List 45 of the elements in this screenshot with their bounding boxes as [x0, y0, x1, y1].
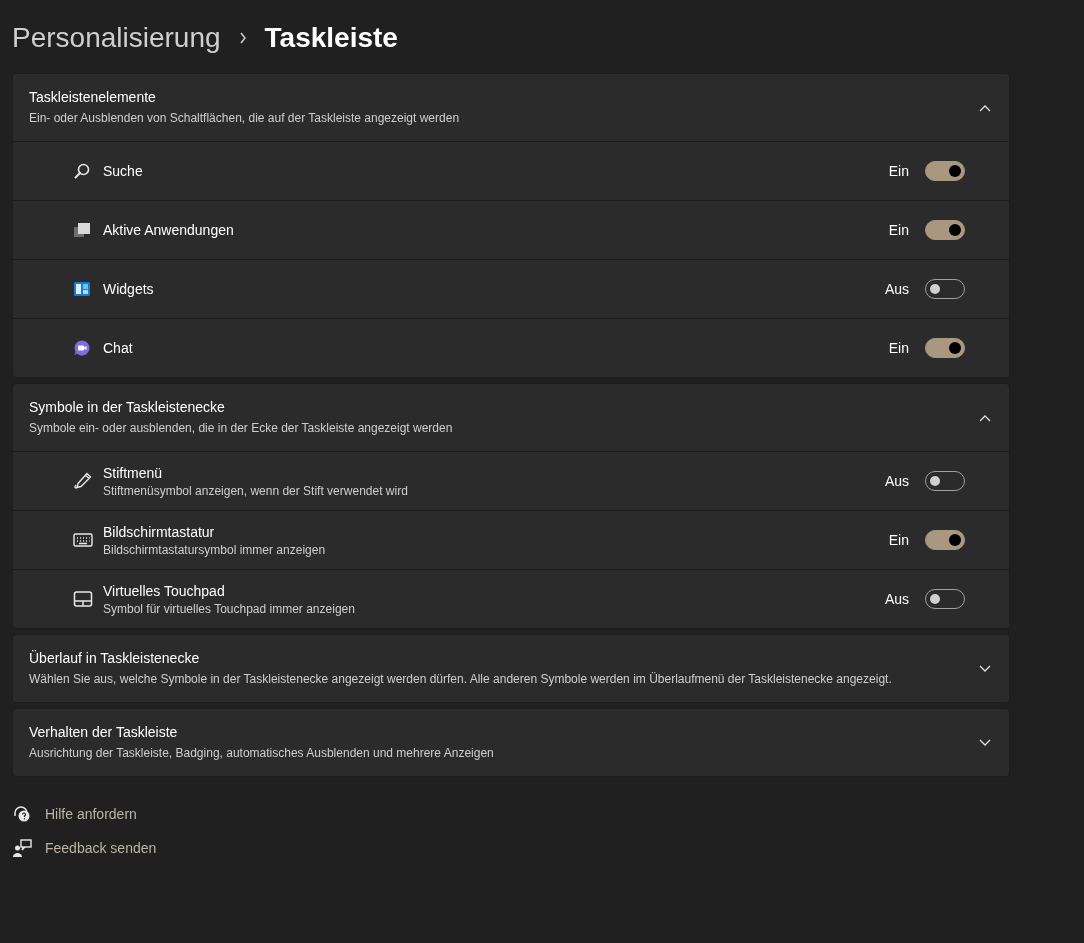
setting-description: Stiftmenüsymbol anzeigen, wenn der Stift verwendet wird [103, 483, 409, 498]
expand-chevron-icon[interactable] [979, 738, 991, 747]
help-link[interactable]: Hilfe anfordern [45, 806, 137, 822]
setting-description: Bildschirmtastatursymbol immer anzeigen [103, 542, 327, 557]
toggle-state-label: Ein [888, 340, 909, 356]
setting-label: Chat [103, 340, 134, 356]
section-header[interactable]: Symbole in der Taskleistenecke Symbole ein- oder ausblenden, die in der Ecke der Taskleiste angezeigt werden [13, 384, 1009, 451]
setting-label: Suche [103, 163, 144, 179]
page-title: Taskleiste [264, 22, 398, 54]
feedback-person-icon [12, 838, 34, 858]
toggle-state-label: Ein [888, 532, 909, 548]
setting-label: Bildschirmtastatur [103, 523, 216, 540]
section-header[interactable]: Taskleistenelemente Ein- oder Ausblenden von Schaltflächen, die auf der Taskleiste angezeigt werden [13, 74, 1009, 141]
breadcrumb-link[interactable]: Personalisierung [12, 22, 221, 54]
toggle-switch[interactable] [925, 161, 965, 181]
section-title: Überlauf in Taskleistenecke [29, 649, 201, 666]
section-description: Ein- oder Ausblenden von Schaltflächen, die auf der Taskleiste angezeigt werden [29, 109, 461, 127]
section-title: Verhalten der Taskleiste [29, 723, 179, 740]
setting-label: Stiftmenü [103, 464, 164, 481]
expand-chevron-icon[interactable] [979, 664, 991, 673]
toggle-switch[interactable] [925, 220, 965, 240]
section-description: Ausrichtung der Taskleiste, Badging, automatisches Ausblenden und mehrere Anzeigen [29, 744, 495, 762]
help-link[interactable]: Feedback senden [45, 840, 157, 856]
breadcrumb-chevron-icon [238, 32, 247, 44]
toggle-switch[interactable] [925, 530, 965, 550]
toggle-state-label: Ein [888, 163, 909, 179]
setting-label: Aktive Anwendungen [103, 222, 235, 238]
setting-description: Symbol für virtuelles Touchpad immer anzeigen [103, 601, 356, 616]
section-description: Wählen Sie aus, welche Symbole in der Taskleistenecke angezeigt werden dürfen. Alle anderen Symbole werden im Überlaufmenü der Taskleistenecke angezeigt. [29, 670, 893, 688]
collapse-chevron-icon[interactable] [979, 103, 991, 112]
setting-label: Virtuelles Touchpad [103, 582, 226, 599]
section-header[interactable]: Überlauf in Taskleistenecke Wählen Sie aus, welche Symbole in der Taskleistenecke angezeigt werden dürfen. Alle anderen Symbole werden im Überlaufmenü der Taskleistenecke angezeigt. [13, 635, 1009, 702]
section-header[interactable]: Verhalten der Taskleiste Ausrichtung der Taskleiste, Badging, automatisches Ausblenden und mehrere Anzeigen [13, 709, 1009, 776]
section-description: Symbole ein- oder ausblenden, die in der Ecke der Taskleiste angezeigt werden [29, 419, 454, 437]
toggle-state-label: Aus [884, 281, 909, 297]
section-title: Taskleistenelemente [29, 88, 157, 105]
setting-label: Widgets [103, 281, 155, 297]
section-title: Symbole in der Taskleistenecke [29, 398, 226, 415]
touchpad-icon [73, 590, 95, 608]
toggle-state-label: Ein [888, 222, 909, 238]
collapse-chevron-icon[interactable] [979, 413, 991, 422]
toggle-state-label: Aus [884, 591, 909, 607]
keyboard-icon [73, 532, 95, 548]
toggle-state-label: Aus [884, 473, 909, 489]
toggle-switch[interactable] [925, 338, 965, 358]
